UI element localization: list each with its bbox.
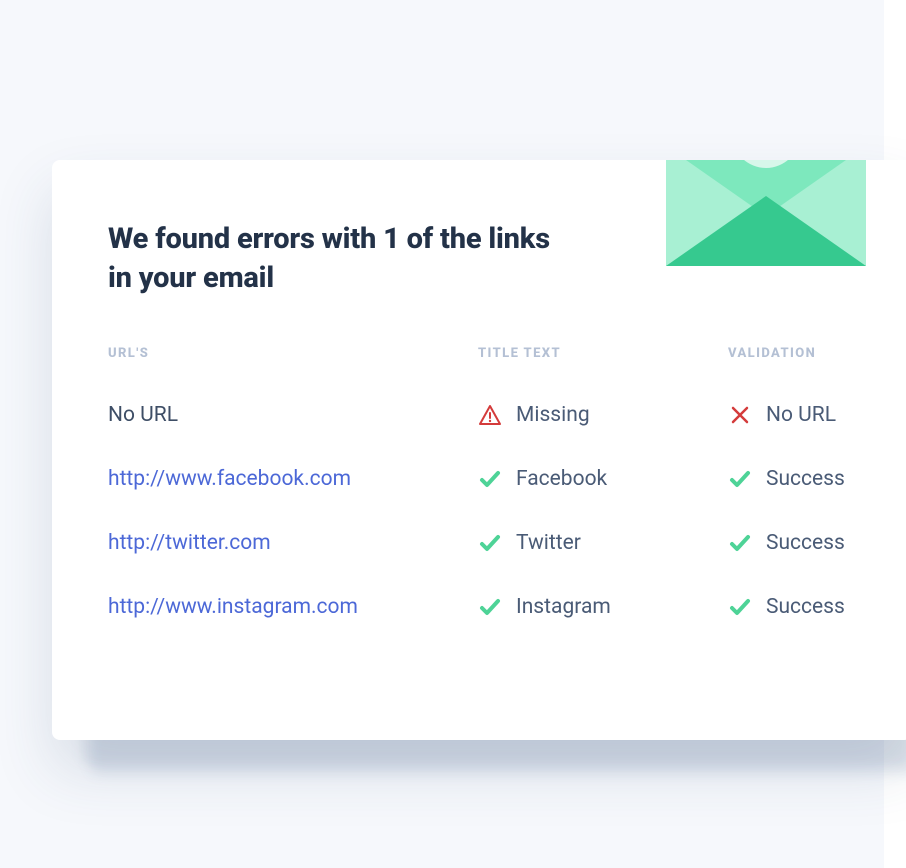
validation-text: Success [766, 595, 845, 619]
links-table: URL'S TITLE TEXT VALIDATION No URL Missin… [108, 346, 906, 639]
title-text: Instagram [516, 595, 611, 619]
column-header-validation: VALIDATION [728, 346, 906, 383]
table-row-validation: Success [728, 447, 906, 511]
table-row-validation: Success [728, 575, 906, 639]
title-text: Twitter [516, 531, 581, 555]
validation-text: Success [766, 531, 845, 555]
check-icon [728, 595, 752, 619]
check-icon [728, 467, 752, 491]
table-row-validation: No URL [728, 383, 906, 447]
table-row-title: Instagram [478, 575, 728, 639]
table-row-title: Twitter [478, 511, 728, 575]
column-header-title: TITLE TEXT [478, 346, 728, 383]
x-icon [728, 403, 752, 427]
validation-text: No URL [766, 403, 836, 427]
validation-text: Success [766, 467, 845, 491]
check-icon [478, 595, 502, 619]
table-row-url[interactable]: http://www.instagram.com [108, 575, 478, 639]
column-header-url: URL'S [108, 346, 478, 383]
url-link[interactable]: http://www.facebook.com [108, 467, 351, 491]
warning-icon [478, 403, 502, 427]
check-icon [478, 531, 502, 555]
link-validation-card: We found errors with 1 of the links in y… [52, 160, 906, 740]
url-link[interactable]: http://www.instagram.com [108, 595, 358, 619]
check-icon [478, 467, 502, 491]
table-row-url[interactable]: http://www.facebook.com [108, 447, 478, 511]
title-text: Facebook [516, 467, 607, 491]
envelope-icon [656, 160, 876, 276]
table-row-title: Missing [478, 383, 728, 447]
card-heading: We found errors with 1 of the links in y… [108, 220, 568, 298]
table-row-validation: Success [728, 511, 906, 575]
table-row-title: Facebook [478, 447, 728, 511]
url-link[interactable]: http://twitter.com [108, 531, 271, 555]
table-row-url[interactable]: http://twitter.com [108, 511, 478, 575]
table-row-url: No URL [108, 383, 478, 447]
title-text: Missing [516, 403, 590, 427]
check-icon [728, 531, 752, 555]
